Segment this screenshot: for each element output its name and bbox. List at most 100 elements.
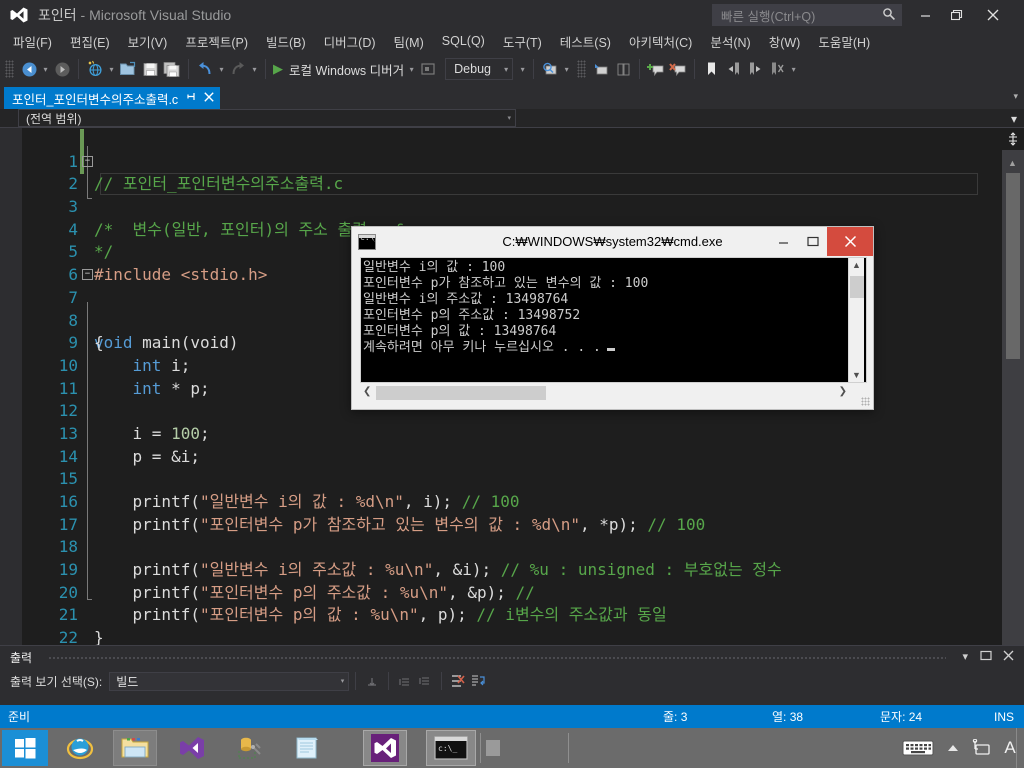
code-line[interactable]: 16 printf("포인터변수 p가 참조하고 있는 변수의 값 : %d\n… (22, 468, 1002, 534)
editor-split-handle-icon[interactable] (1002, 128, 1024, 150)
split-view-icon[interactable]: ▾ (1011, 112, 1017, 126)
quick-launch-input[interactable]: 빠른 실행(Ctrl+Q) (712, 4, 902, 26)
console-close-button[interactable] (827, 227, 873, 256)
menu-architecture[interactable]: 아키텍처(C) (620, 30, 701, 53)
menu-build[interactable]: 빌드(B) (257, 30, 315, 53)
maximize-restore-button[interactable] (942, 0, 972, 30)
console-horizontal-scrollbar[interactable]: ❮ ❯ (360, 385, 867, 401)
start-debugging-button[interactable]: ▶ 로컬 Windows 디버거 (271, 58, 406, 80)
menu-test[interactable]: 테스트(S) (551, 30, 620, 53)
scroll-down-icon[interactable]: ▼ (852, 370, 861, 380)
save-all-icon[interactable] (161, 58, 183, 80)
menu-file[interactable]: 파일(F) (4, 30, 61, 53)
taskbar-file-explorer[interactable] (113, 730, 157, 766)
remove-bookmark-icon[interactable] (667, 58, 689, 80)
output-pane-dock-icon[interactable] (980, 650, 992, 664)
redo-icon[interactable] (227, 58, 249, 80)
scope-combo[interactable]: (전역 범위) ▾ (18, 109, 516, 127)
next-bookmark-icon[interactable] (744, 58, 766, 80)
resize-grip-icon[interactable] (861, 397, 870, 406)
toolbar-overflow-icon[interactable]: ▾ (788, 58, 799, 80)
comment-selection-icon[interactable] (590, 58, 612, 80)
clear-output-icon[interactable] (448, 671, 468, 691)
toolbar-grip-2[interactable] (577, 60, 587, 78)
undo-icon[interactable] (194, 58, 216, 80)
output-source-combo[interactable]: 빌드 ▾ (109, 671, 350, 691)
taskbar-visual-studio[interactable] (170, 730, 214, 766)
code-line[interactable]: 15 printf("일반변수 i의 값 : %d\n", i); // 100 (22, 446, 1002, 511)
tab-overflow-icon[interactable]: ▾ (1013, 91, 1018, 102)
taskbar-internet-explorer[interactable] (58, 730, 102, 766)
code-line[interactable]: 18 printf("일반변수 i의 주소값 : %u\n", &i); // … (22, 514, 1002, 579)
menu-edit[interactable]: 편집(E) (61, 30, 119, 53)
find-in-window-icon[interactable] (539, 58, 561, 80)
open-file-icon[interactable] (117, 58, 139, 80)
minimize-button[interactable] (910, 0, 940, 30)
menu-team[interactable]: 팀(M) (385, 30, 433, 53)
console-vertical-scrollbar[interactable]: ▲ ▼ (848, 258, 864, 382)
console-output-area[interactable]: 일반변수 i의 값 : 100 포인터변수 p가 참조하고 있는 변수의 값 :… (360, 257, 867, 383)
code-line[interactable]: 20 printf("포인터변수 p의 값 : %u\n", p); // i변… (22, 559, 1002, 625)
code-line[interactable]: 19 printf("포인터변수 p의 주소값 : %u\n", &p); // (22, 536, 1002, 602)
toggle-bookmark-icon[interactable] (700, 58, 722, 80)
taskbar-cmd-running[interactable]: c:\_ (426, 730, 476, 766)
platform-combo-icon[interactable]: ▾ (517, 58, 528, 80)
menu-tools[interactable]: 도구(T) (494, 30, 551, 53)
editor-vertical-scrollbar[interactable]: ▲ (1002, 128, 1024, 645)
new-project-dropdown-icon[interactable]: ▾ (106, 58, 117, 80)
scroll-up-icon[interactable]: ▲ (852, 260, 861, 270)
close-tab-icon[interactable] (204, 91, 214, 105)
output-pane-menu-icon[interactable]: ▾ (962, 650, 968, 663)
uncomment-selection-icon[interactable] (612, 58, 634, 80)
cmd-console-window[interactable]: C:₩WINDOWS₩system32₩cmd.exe 일반변수 i의 값 : … (351, 226, 874, 410)
clear-bookmarks-icon[interactable] (766, 58, 788, 80)
code-line[interactable]: 2 − /* (22, 151, 1002, 239)
start-button[interactable] (2, 730, 48, 766)
code-line[interactable]: 3 변수(일반, 포인터)의 주소 출력 : & (22, 173, 1002, 239)
code-line[interactable]: 22 (22, 604, 1002, 647)
go-to-message-icon[interactable] (362, 671, 382, 691)
taskbar-notepad[interactable] (285, 730, 329, 766)
code-line[interactable]: 4 */ (22, 196, 1002, 262)
code-line[interactable]: 14 (22, 423, 1002, 466)
redo-dropdown-icon[interactable]: ▾ (249, 58, 260, 80)
network-icon[interactable] (966, 728, 996, 768)
navigate-forward-icon[interactable] (51, 58, 73, 80)
menu-debug[interactable]: 디버그(D) (315, 30, 385, 53)
undo-dropdown-icon[interactable]: ▾ (216, 58, 227, 80)
taskbar-visual-studio-running[interactable] (363, 730, 407, 766)
menu-sql[interactable]: SQL(Q) (433, 32, 494, 50)
fold-collapse-icon[interactable]: − (82, 269, 93, 281)
pin-tab-icon[interactable] (186, 91, 197, 105)
navigate-backward-dropdown-icon[interactable]: ▾ (40, 58, 51, 80)
start-debugging-dropdown-icon[interactable]: ▾ (406, 58, 417, 80)
menu-view[interactable]: 보기(V) (119, 30, 177, 53)
code-line[interactable]: 1 // 포인터_포인터변수의주소출력.c (22, 128, 1002, 194)
save-icon[interactable] (139, 58, 161, 80)
console-hscrollbar-thumb[interactable] (376, 386, 546, 400)
add-bookmark-icon[interactable] (645, 58, 667, 80)
console-scrollbar-thumb[interactable] (850, 276, 864, 298)
console-maximize-button[interactable] (798, 227, 827, 256)
show-desktop-button[interactable] (1016, 728, 1024, 768)
menu-window[interactable]: 창(W) (760, 30, 810, 53)
previous-message-icon[interactable] (395, 671, 415, 691)
fold-collapse-icon[interactable]: − (82, 155, 93, 167)
code-line[interactable]: 17 (22, 491, 1002, 534)
new-project-icon[interactable] (84, 58, 106, 80)
scroll-left-icon[interactable]: ❮ (363, 386, 371, 397)
next-message-icon[interactable] (415, 671, 435, 691)
output-pane-close-icon[interactable] (1003, 650, 1014, 664)
keyboard-icon[interactable] (896, 728, 940, 768)
menu-help[interactable]: 도움말(H) (809, 30, 879, 53)
toolbar-grip[interactable] (5, 60, 14, 78)
navigate-backward-icon[interactable] (18, 58, 40, 80)
console-minimize-button[interactable] (769, 227, 798, 256)
scroll-up-icon[interactable]: ▲ (1008, 158, 1017, 168)
show-hidden-icons-icon[interactable] (940, 728, 966, 768)
menu-analyze[interactable]: 분석(N) (701, 30, 759, 53)
previous-bookmark-icon[interactable] (722, 58, 744, 80)
toggle-word-wrap-icon[interactable] (468, 671, 488, 691)
tab-pointer-source-file[interactable]: 포인터_포인터변수의주소출력.c (4, 87, 221, 109)
scrollbar-thumb[interactable] (1006, 173, 1020, 359)
